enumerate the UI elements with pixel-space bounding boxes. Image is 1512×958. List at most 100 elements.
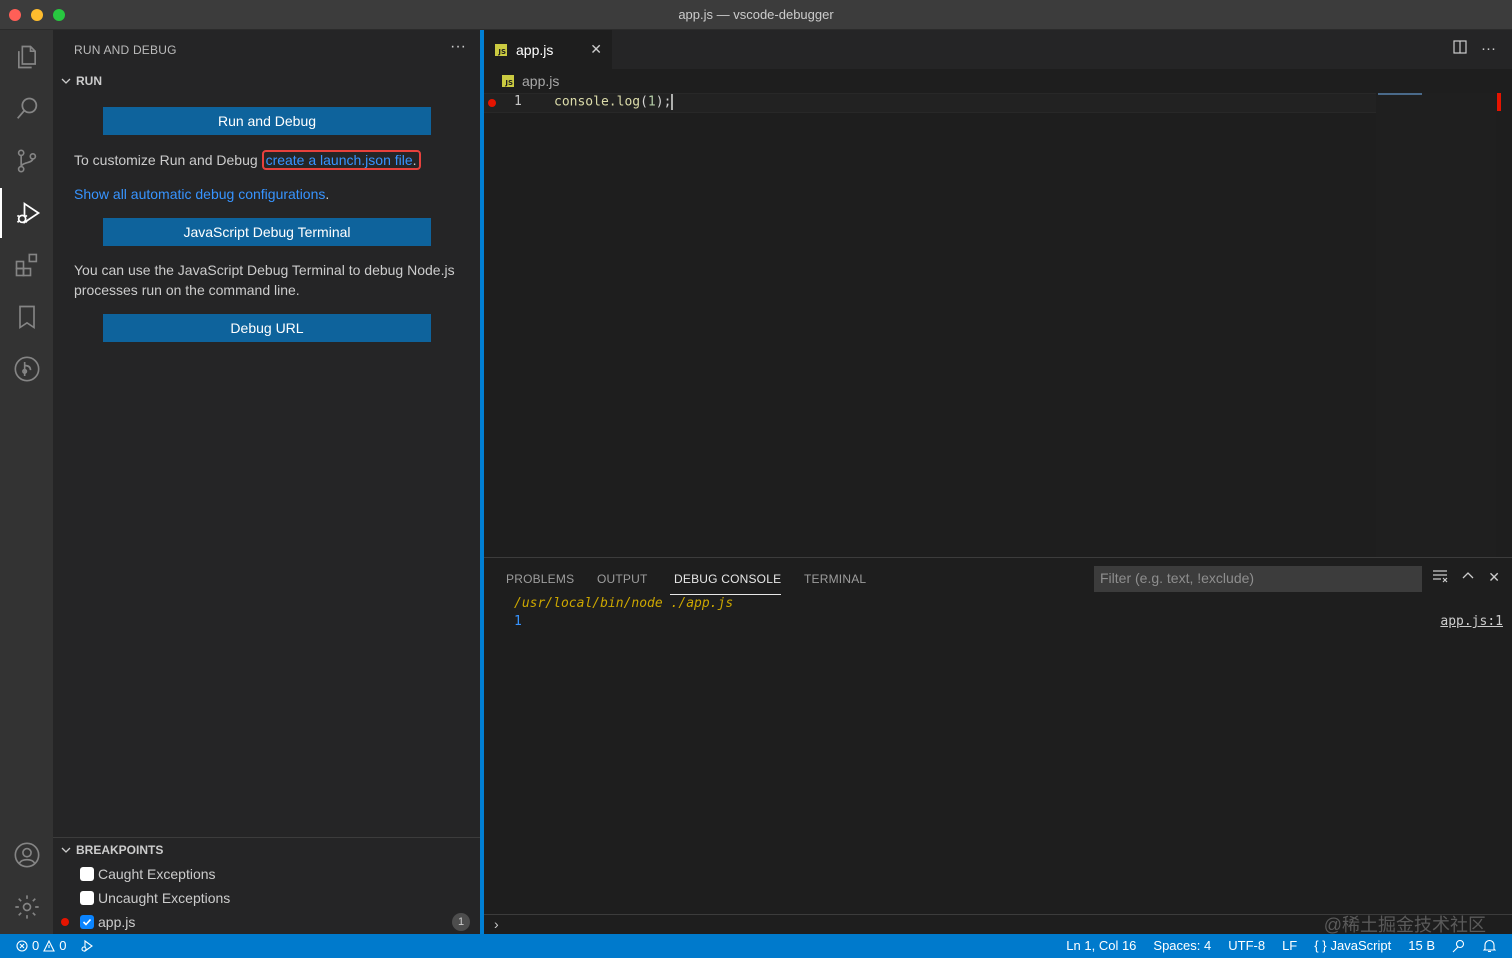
console-source-link[interactable]: app.js:1	[1440, 614, 1503, 629]
run-section-label: RUN	[76, 74, 102, 88]
more-actions-icon[interactable]: ···	[1481, 40, 1496, 58]
error-icon	[16, 939, 28, 952]
console-command-arg: ./app.js	[670, 596, 734, 611]
console-command-path: /usr/local/bin/node	[514, 596, 663, 611]
tab-label: app.js	[516, 41, 554, 58]
bottom-panel: PROBLEMS OUTPUT DEBUG CONSOLE TERMINAL F…	[484, 557, 1512, 935]
debug-url-button[interactable]: Debug URL	[103, 314, 431, 342]
app-js-breakpoint-checkbox[interactable]	[80, 915, 94, 929]
breakpoint-uncaught-exceptions[interactable]: Uncaught Exceptions	[53, 886, 480, 910]
run-and-debug-button[interactable]: Run and Debug	[103, 107, 431, 135]
tab-terminal[interactable]: TERMINAL	[804, 572, 866, 586]
breadcrumb: JS app.js	[484, 69, 1512, 93]
split-editor-icon[interactable]	[1453, 40, 1467, 58]
breakpoint-label: Uncaught Exceptions	[98, 890, 231, 906]
breakpoint-label: Caught Exceptions	[98, 866, 216, 882]
account-icon[interactable]	[0, 830, 53, 880]
indentation[interactable]: Spaces: 4	[1153, 938, 1211, 953]
tab-output[interactable]: OUTPUT	[597, 572, 648, 586]
js-terminal-description: You can use the JavaScript Debug Termina…	[74, 262, 455, 298]
customize-suffix: .	[412, 152, 417, 168]
code-open-paren: (	[640, 94, 648, 110]
problems-status[interactable]: 0 0	[16, 938, 66, 953]
chevron-down-icon	[55, 845, 76, 855]
show-all-configurations-link[interactable]: Show all automatic debug configurations	[74, 186, 325, 202]
breakpoint-app-js[interactable]: app.js 1	[53, 910, 480, 934]
file-size: 15 B	[1408, 938, 1435, 953]
sidebar-title: RUN AND DEBUG	[74, 43, 177, 57]
code-editor[interactable]: 1 console.log(1);	[484, 93, 1512, 557]
text-cursor	[671, 94, 674, 110]
tab-app-js[interactable]: JS app.js ✕	[484, 30, 612, 69]
caught-exceptions-checkbox[interactable]	[80, 867, 94, 881]
show-all-block: Show all automatic debug configurations.	[74, 184, 464, 204]
active-tab-indicator	[670, 594, 781, 595]
title-bar: app.js — vscode-debugger	[0, 0, 1512, 30]
create-launch-json-link[interactable]: create a launch.json file	[266, 152, 413, 168]
breakpoint-dot-icon	[61, 918, 69, 926]
javascript-file-icon: JS	[502, 75, 514, 87]
notifications-bell-icon[interactable]	[1483, 939, 1496, 953]
javascript-file-icon: JS	[495, 43, 507, 56]
code-function: console.log	[554, 94, 641, 110]
breakpoints-section-header[interactable]: BREAKPOINTS	[53, 839, 480, 861]
run-debug-icon[interactable]	[0, 188, 53, 238]
error-count: 0	[32, 938, 40, 953]
braces-icon: { }	[1314, 938, 1327, 953]
console-command: /usr/local/bin/node ./app.js	[514, 596, 733, 611]
close-tab-icon[interactable]: ✕	[590, 41, 602, 58]
extensions-icon[interactable]	[0, 240, 53, 290]
show-all-suffix: .	[325, 186, 330, 202]
window-title: app.js — vscode-debugger	[678, 7, 834, 22]
editor-actions: ···	[1453, 40, 1496, 58]
language-mode[interactable]: { } JavaScript	[1314, 938, 1391, 953]
more-actions-icon[interactable]: ···	[450, 38, 466, 56]
source-control-icon[interactable]	[0, 136, 53, 186]
end-of-line[interactable]: LF	[1282, 938, 1297, 953]
breakpoint-dot-icon[interactable]	[488, 99, 496, 107]
search-icon[interactable]	[0, 84, 53, 134]
tab-debug-console[interactable]: DEBUG CONSOLE	[674, 572, 781, 586]
tab-problems[interactable]: PROBLEMS	[506, 572, 574, 586]
warning-count: 0	[59, 938, 67, 953]
close-panel-icon[interactable]: ✕	[1488, 569, 1500, 586]
explorer-icon[interactable]	[0, 32, 53, 82]
minimap-line	[1378, 93, 1422, 95]
breadcrumb-file[interactable]: app.js	[522, 73, 559, 89]
chevron-right-icon: ›	[494, 916, 499, 932]
minimap[interactable]	[1376, 93, 1496, 557]
debug-status-icon[interactable]	[80, 939, 94, 953]
bookmark-icon[interactable]	[0, 292, 53, 342]
warning-icon	[43, 939, 56, 952]
code-number: 1	[647, 94, 656, 110]
customize-text: To customize Run and Debug	[74, 152, 258, 168]
checkmark-icon	[82, 918, 92, 926]
breakpoints-section-label: BREAKPOINTS	[76, 843, 164, 857]
breakpoint-caught-exceptions[interactable]: Caught Exceptions	[53, 862, 480, 886]
breakpoint-line-badge: 1	[452, 913, 470, 931]
editor-tab-bar: JS app.js ✕ ···	[484, 30, 1512, 69]
uncaught-exceptions-checkbox[interactable]	[80, 891, 94, 905]
activity-bar	[0, 30, 53, 934]
encoding[interactable]: UTF-8	[1228, 938, 1265, 953]
status-bar: 0 0 Ln 1, Col 16 Spaces: 4 UTF-8 LF { } …	[0, 934, 1512, 958]
chevron-down-icon	[55, 76, 76, 86]
breakpoint-label: app.js	[98, 914, 136, 930]
settings-gear-icon[interactable]	[0, 882, 53, 932]
git-graph-icon[interactable]	[0, 344, 53, 394]
maximize-panel-icon[interactable]	[1462, 569, 1474, 586]
code-close: );	[655, 94, 672, 110]
scrollbar-breakpoint-marker	[1497, 93, 1501, 111]
customize-text-block: To customize Run and Debug create a laun…	[74, 150, 464, 170]
cursor-position[interactable]: Ln 1, Col 16	[1066, 938, 1136, 953]
code-line[interactable]: console.log(1);	[554, 94, 674, 110]
language-label: JavaScript	[1330, 938, 1392, 953]
clear-console-icon[interactable]	[1432, 569, 1448, 586]
panel-actions: ✕	[1432, 569, 1500, 586]
run-section-header[interactable]: RUN	[53, 70, 480, 92]
run-debug-sidebar: RUN AND DEBUG ··· RUN Run and Debug To c…	[53, 30, 480, 934]
javascript-debug-terminal-button[interactable]: JavaScript Debug Terminal	[103, 218, 431, 246]
console-filter-input[interactable]: Filter (e.g. text, !exclude)	[1094, 566, 1422, 592]
feedback-icon[interactable]	[1452, 939, 1466, 953]
line-number: 1	[514, 94, 522, 109]
